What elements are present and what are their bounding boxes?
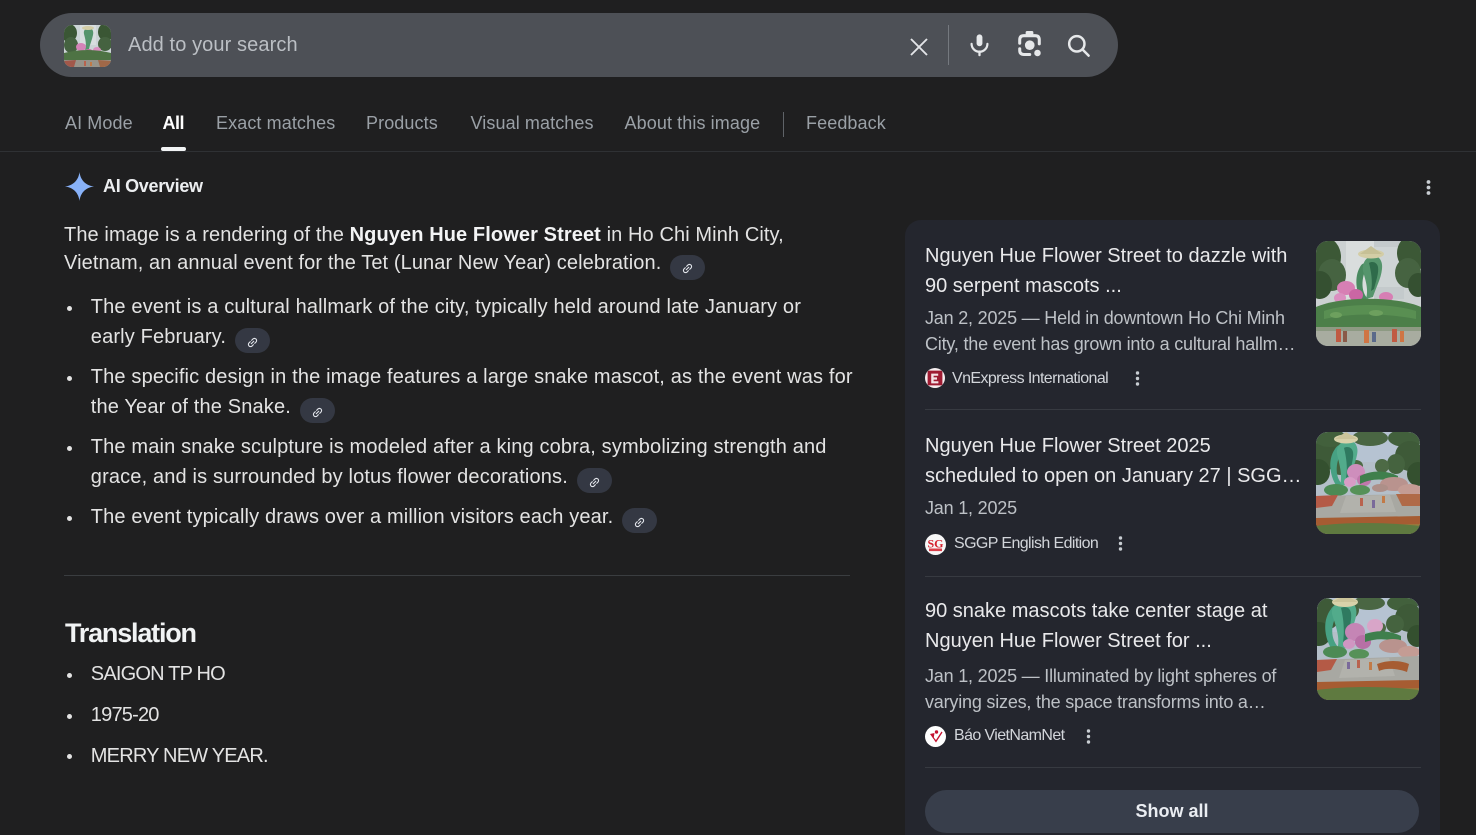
svg-text:SG: SG [927, 536, 943, 550]
